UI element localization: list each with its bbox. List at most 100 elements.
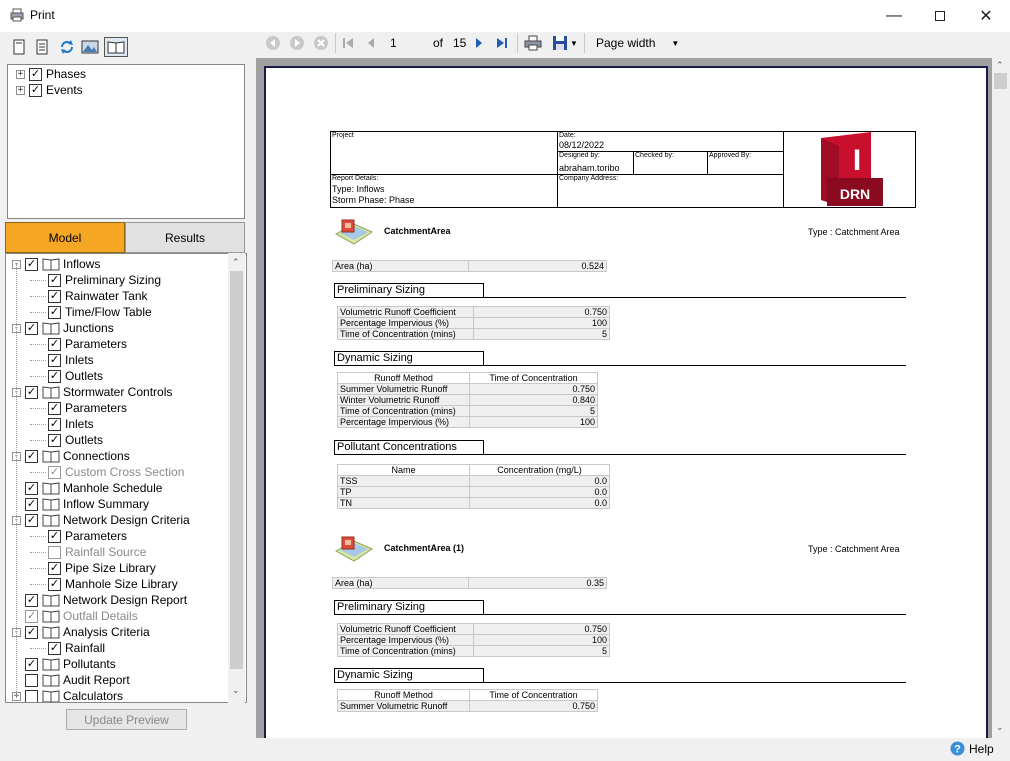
tree-item[interactable]: Rainfall Source <box>30 544 146 560</box>
book-view-button[interactable] <box>104 37 128 57</box>
page-number-input[interactable]: 1 <box>390 34 426 52</box>
tab-results[interactable]: Results <box>125 222 245 253</box>
stop-button[interactable] <box>313 34 329 52</box>
tree-item[interactable]: ✓ Manhole Schedule <box>12 480 162 496</box>
checkbox[interactable]: ✓ <box>25 481 38 495</box>
checkbox[interactable]: ✓ <box>48 337 61 351</box>
report-table: Name Concentration (mg/L) TSS 0.0 TP 0.0 TN 0.0 <box>337 464 610 509</box>
tree-item[interactable]: ✓ Pollutants <box>12 656 116 672</box>
tree-item[interactable]: - ✓ Connections <box>12 448 130 464</box>
save-button[interactable]: ▼ <box>552 34 578 52</box>
checkbox[interactable]: ✓ <box>48 577 61 591</box>
checkbox[interactable]: ✓ <box>25 513 38 527</box>
checkbox[interactable]: ✓ <box>48 417 61 431</box>
tree-item[interactable]: ✓ Parameters <box>30 400 127 416</box>
save-dropdown-icon[interactable]: ▼ <box>570 39 578 48</box>
checkbox[interactable]: ✓ <box>48 561 61 575</box>
checkbox[interactable]: ✓ <box>48 289 61 303</box>
tree-item[interactable]: ✓ Parameters <box>30 528 127 544</box>
tree-item[interactable]: ✓ Inflow Summary <box>12 496 149 512</box>
checkbox[interactable]: ✓ <box>48 433 61 447</box>
tree-item[interactable]: ✓ Outlets <box>30 432 103 448</box>
checkbox[interactable] <box>25 673 38 687</box>
tree-item[interactable]: - ✓ Network Design Criteria <box>12 512 190 528</box>
expand-icon[interactable]: + <box>16 69 25 79</box>
checkbox[interactable]: ✓ <box>25 593 38 607</box>
checkbox[interactable]: ✓ <box>25 449 38 463</box>
forward-circle-button[interactable] <box>289 34 305 52</box>
page-view-button[interactable] <box>9 37 29 57</box>
phase-tree-item[interactable]: + ✓ Phases <box>16 66 86 82</box>
tree-item-label: Inlets <box>65 353 94 367</box>
checkbox[interactable]: ✓ <box>29 83 42 97</box>
checkbox[interactable]: ✓ <box>48 529 61 543</box>
checkbox[interactable]: ✓ <box>48 305 61 319</box>
tree-item[interactable]: ✓ Preliminary Sizing <box>30 272 161 288</box>
preview-scroll-thumb[interactable] <box>994 73 1007 89</box>
checkbox[interactable]: ✓ <box>48 353 61 367</box>
tree-scroll-thumb[interactable] <box>230 271 243 669</box>
checkbox[interactable] <box>25 689 38 702</box>
zoom-select[interactable]: Page width ▼ <box>596 34 679 52</box>
checkbox[interactable] <box>48 545 61 559</box>
scroll-up-icon[interactable]: ⌃ <box>232 257 240 268</box>
checkbox[interactable]: ✓ <box>25 385 38 399</box>
tree-item[interactable]: ✓ Inlets <box>30 352 94 368</box>
page-lines-button[interactable] <box>32 37 52 57</box>
tree-item[interactable]: ✓ Outfall Details <box>12 608 138 624</box>
minimize-button[interactable]: — <box>871 0 917 32</box>
checkbox[interactable]: ✓ <box>25 609 38 623</box>
tree-item[interactable]: + Calculators <box>12 688 123 702</box>
tree-item[interactable]: - ✓ Junctions <box>12 320 114 336</box>
tree-item[interactable]: ✓ Pipe Size Library <box>30 560 156 576</box>
preview-scroll-up-icon[interactable]: ⌃ <box>996 60 1004 71</box>
update-preview-button[interactable]: Update Preview <box>66 709 187 730</box>
scroll-down-icon[interactable]: ⌄ <box>232 685 240 696</box>
help-link[interactable]: ? Help <box>950 741 994 756</box>
tree-item[interactable]: ✓ Inlets <box>30 416 94 432</box>
checkbox[interactable]: ✓ <box>48 273 61 287</box>
preview-scroll-down-icon[interactable]: ⌄ <box>996 722 1004 733</box>
preview-scrollbar[interactable]: ⌃ ⌄ <box>992 58 1009 738</box>
tree-item[interactable]: ✓ Time/Flow Table <box>30 304 152 320</box>
tree-item[interactable]: ✓ Custom Cross Section <box>30 464 184 480</box>
phase-tree-item[interactable]: + ✓ Events <box>16 82 83 98</box>
image-preview-button[interactable] <box>80 37 100 57</box>
details-label: Report Details: <box>332 175 379 182</box>
tree-item[interactable]: - ✓ Inflows <box>12 256 100 272</box>
tree-item[interactable]: ✓ Manhole Size Library <box>30 576 178 592</box>
tree-item[interactable]: ✓ Outlets <box>30 368 103 384</box>
prev-page-button[interactable] <box>366 34 376 52</box>
tree-item[interactable]: ✓ Rainwater Tank <box>30 288 148 304</box>
first-page-button[interactable] <box>342 34 354 52</box>
maximize-button[interactable] <box>917 0 963 32</box>
checkbox[interactable]: ✓ <box>25 321 38 335</box>
tree-item[interactable]: ✓ Parameters <box>30 336 127 352</box>
checkbox[interactable]: ✓ <box>25 657 38 671</box>
tree-item[interactable]: ✓ Rainfall <box>30 640 105 656</box>
report-preview[interactable]: Project Date: 08/12/2022 Designed by: ab… <box>256 58 992 738</box>
tree-item[interactable]: - ✓ Analysis Criteria <box>12 624 150 640</box>
checkbox[interactable]: ✓ <box>25 257 38 271</box>
refresh-button[interactable] <box>57 37 77 57</box>
checkbox[interactable]: ✓ <box>48 465 61 479</box>
close-button[interactable]: ✕ <box>963 0 1009 32</box>
tree-item[interactable]: - ✓ Stormwater Controls <box>12 384 172 400</box>
next-page-button[interactable] <box>474 34 484 52</box>
checkbox[interactable]: ✓ <box>48 401 61 415</box>
table-cell: TN <box>337 497 470 509</box>
tab-model[interactable]: Model <box>5 222 125 253</box>
expand-icon[interactable]: + <box>16 85 25 95</box>
checkbox[interactable]: ✓ <box>48 641 61 655</box>
tree-item[interactable]: ✓ Network Design Report <box>12 592 187 608</box>
tree-item-label: Inflow Summary <box>63 497 150 511</box>
tree-scrollbar[interactable]: ⌃ ⌄ <box>228 253 245 703</box>
checkbox[interactable]: ✓ <box>25 625 38 639</box>
tree-item[interactable]: Audit Report <box>12 672 130 688</box>
last-page-button[interactable] <box>496 34 508 52</box>
checkbox[interactable]: ✓ <box>48 369 61 383</box>
first-circle-button[interactable] <box>265 34 281 52</box>
checkbox[interactable]: ✓ <box>29 67 42 81</box>
print-button[interactable] <box>524 34 542 52</box>
checkbox[interactable]: ✓ <box>25 497 38 511</box>
